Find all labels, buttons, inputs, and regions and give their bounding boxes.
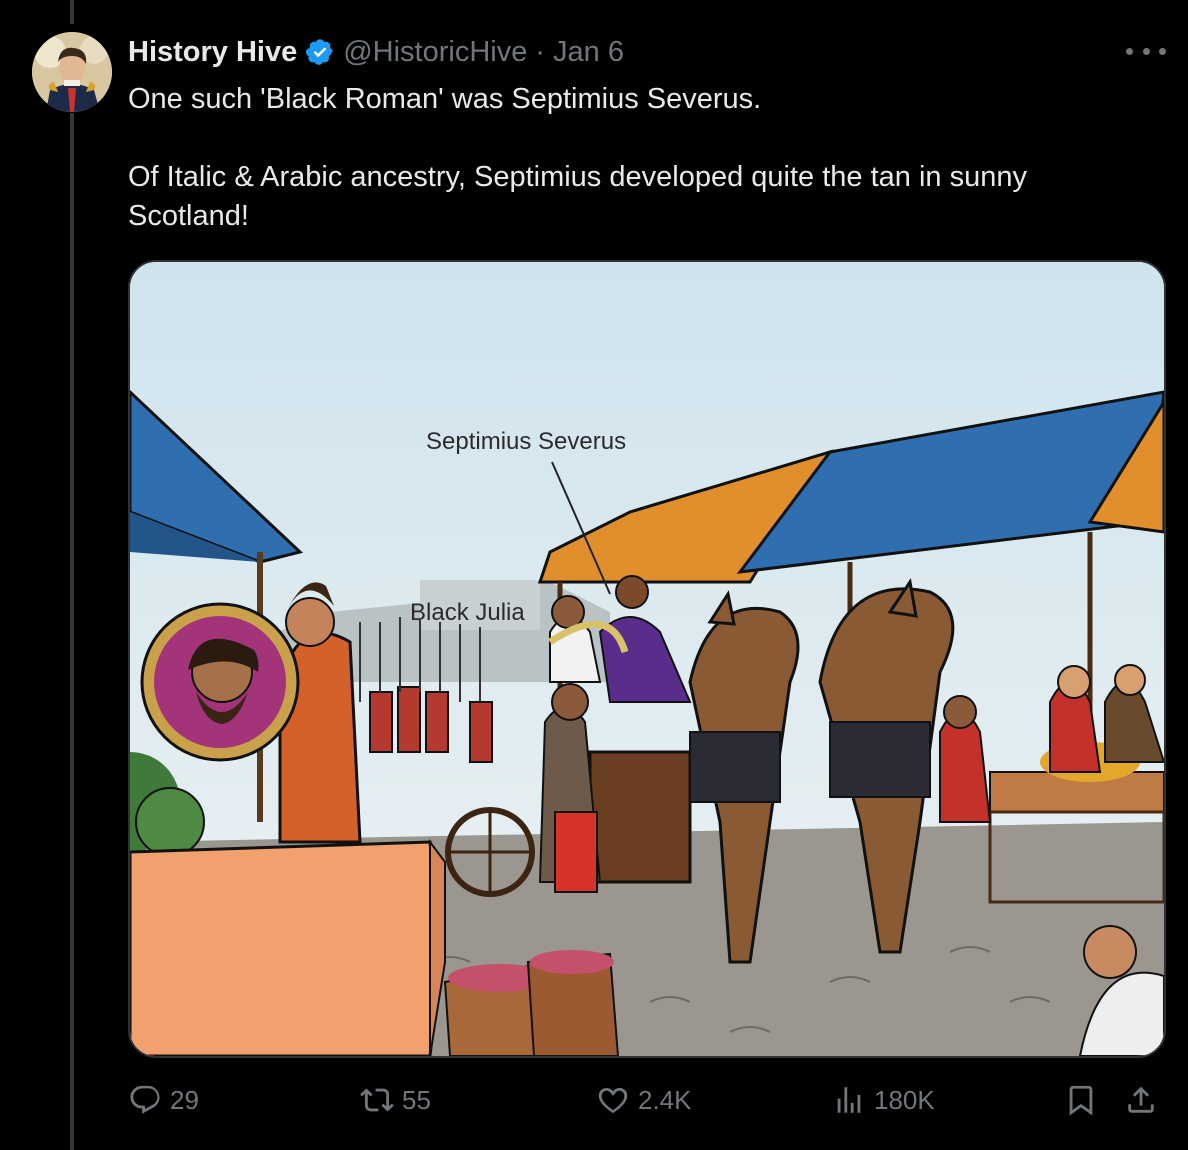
views-icon [837,1087,861,1113]
post-date[interactable]: Jan 6 [553,36,624,69]
share-button[interactable] [1124,1078,1158,1122]
views-count: 180K [874,1084,935,1115]
like-icon [598,1087,628,1114]
bookmark-icon [1069,1085,1093,1116]
post-header: History Hive @HistoricHive · Jan 6 [128,34,624,70]
author-handle[interactable]: @HistoricHive [343,36,527,69]
action-bar: 29 55 2.4K 180K [128,1078,1168,1122]
bookmark-button[interactable] [1064,1078,1098,1122]
post-text-line: Of Italic & Arabic ancestry, Septimius d… [128,161,1027,232]
repost-icon [360,1088,394,1112]
more-icon[interactable] [1126,36,1166,66]
reply-icon [130,1085,160,1114]
author-name[interactable]: History Hive [128,36,297,69]
post-image[interactable]: Septimius Severus Black Julia [128,260,1166,1058]
reply-button[interactable]: 29 [128,1078,199,1122]
post-text-line: One such 'Black Roman' was Septimius Sev… [128,83,762,115]
verified-badge-icon [306,39,334,65]
repost-button[interactable]: 55 [360,1078,431,1122]
share-icon [1128,1086,1154,1113]
views-button[interactable]: 180K [832,1078,935,1122]
author-avatar[interactable] [32,32,112,112]
like-count: 2.4K [638,1084,692,1115]
like-button[interactable]: 2.4K [596,1078,692,1122]
header-separator: · [535,35,546,68]
thread-line [70,113,74,1150]
image-label-septimius: Septimius Severus [426,428,626,455]
reply-count: 29 [170,1084,199,1115]
post-text: One such 'Black Roman' was Septimius Sev… [128,80,1138,236]
image-label-julia: Black Julia [410,599,525,626]
thread-line-top [70,0,74,24]
repost-count: 55 [402,1084,431,1115]
